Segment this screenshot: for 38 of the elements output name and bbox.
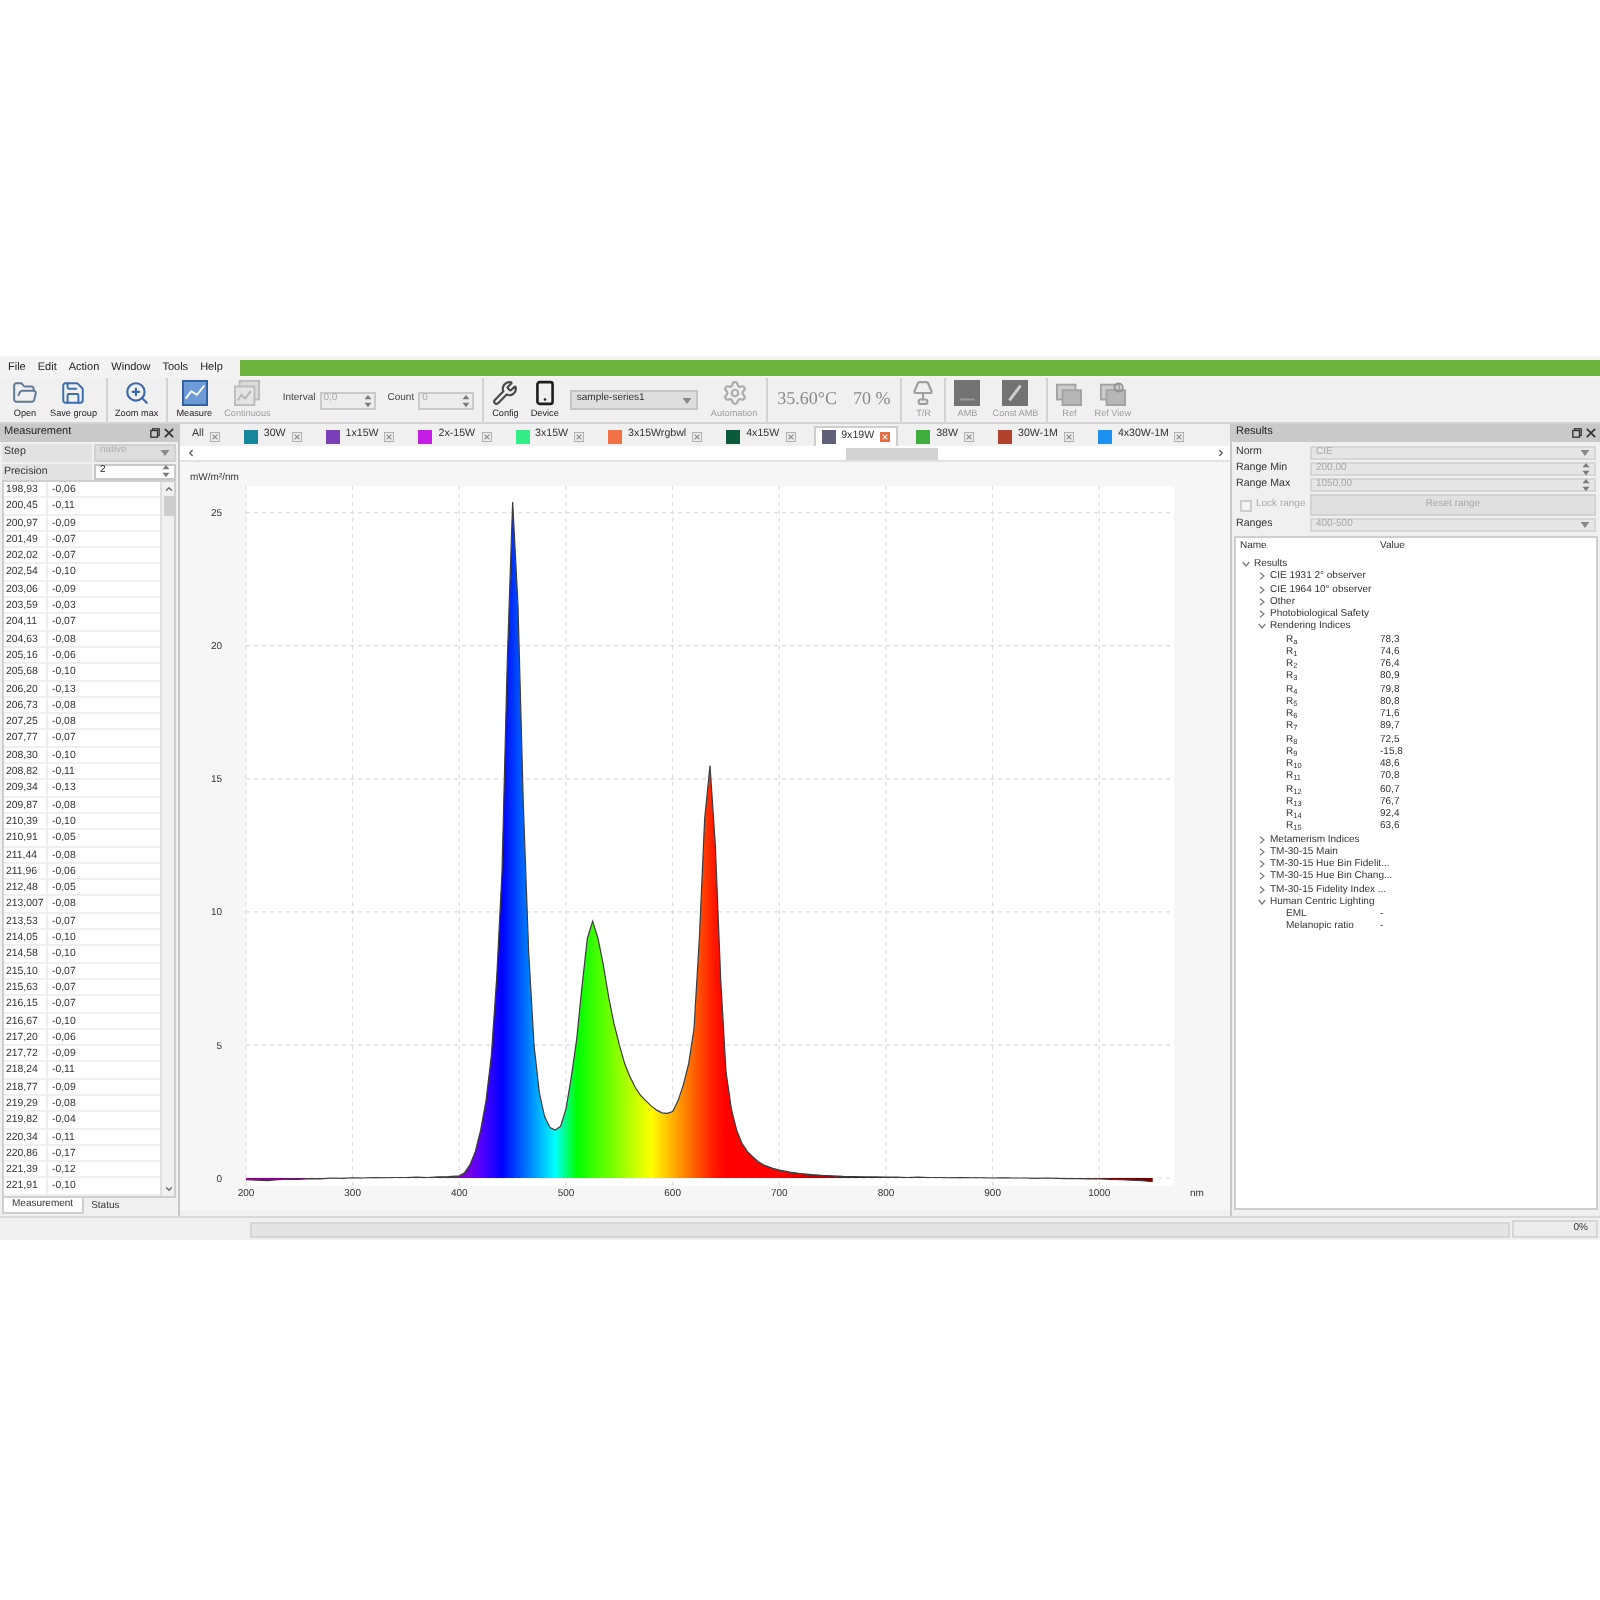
caret-icon	[682, 397, 693, 403]
caret-icon	[1580, 522, 1590, 528]
spin-arrows-icon[interactable]	[162, 464, 170, 478]
caret-icon	[160, 449, 170, 455]
float-icon[interactable]	[1572, 428, 1582, 438]
scrollbar-thumb[interactable]	[846, 447, 938, 459]
chevron-right-icon[interactable]	[1258, 835, 1266, 844]
chevron-right-icon[interactable]	[1258, 847, 1266, 856]
windows-magnifier-icon	[1099, 380, 1126, 406]
readout-text: 70 %	[851, 386, 893, 413]
scroll-down-icon[interactable]	[163, 1184, 173, 1194]
chevron-down-icon[interactable]	[1242, 560, 1250, 569]
caret-icon	[1580, 450, 1590, 456]
chevron-right-icon[interactable]	[1258, 872, 1266, 881]
lamp-icon	[910, 380, 937, 406]
tile-icon	[954, 380, 981, 406]
chevron-right-icon[interactable]	[1258, 885, 1266, 894]
readout-text: 35.60°C	[775, 386, 840, 413]
chevron-down-icon[interactable]	[1258, 897, 1266, 906]
zoom-icon	[123, 380, 150, 406]
wrench-icon	[492, 380, 519, 406]
scrollbar-thumb[interactable]	[163, 496, 173, 516]
close-icon[interactable]	[164, 428, 174, 438]
scroll-up-icon[interactable]	[163, 484, 173, 494]
gear-icon	[721, 380, 748, 406]
scroll-right-icon[interactable]	[1216, 448, 1226, 458]
phone-icon	[531, 380, 558, 406]
chevron-right-icon[interactable]	[1258, 597, 1266, 606]
chevron-down-icon[interactable]	[1258, 622, 1266, 631]
folder-icon	[12, 380, 38, 406]
chevron-right-icon[interactable]	[1258, 572, 1266, 581]
stacked-windows-icon	[1056, 380, 1083, 406]
close-icon[interactable]	[1586, 428, 1596, 438]
chevron-right-icon[interactable]	[1258, 585, 1266, 594]
chevron-right-icon[interactable]	[1258, 860, 1266, 869]
scroll-left-icon[interactable]	[186, 448, 196, 458]
float-icon[interactable]	[150, 428, 160, 438]
chevron-right-icon[interactable]	[1258, 610, 1266, 619]
